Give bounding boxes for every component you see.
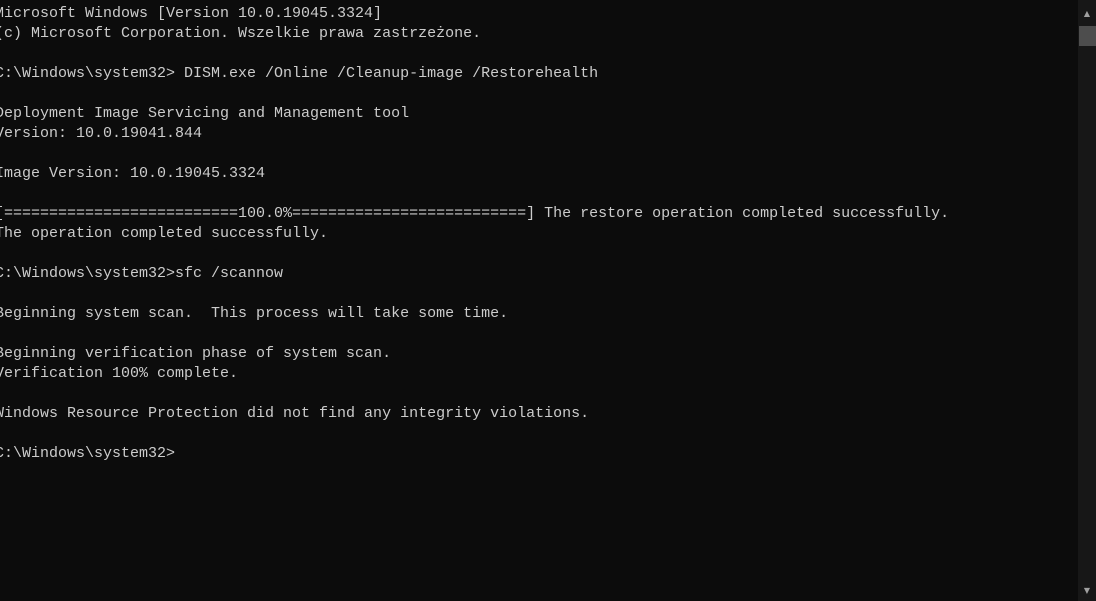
console-line: [==========================100.0%=======… — [0, 205, 950, 222]
console-line: Image Version: 10.0.19045.3324 — [0, 165, 266, 182]
scrollbar-thumb[interactable] — [1079, 26, 1096, 46]
console-line: Beginning verification phase of system s… — [0, 345, 392, 362]
console-line: Verification 100% complete. — [0, 365, 239, 382]
console-output: Microsoft Windows [Version 10.0.19045.33… — [0, 4, 949, 464]
console-line: Microsoft Windows [Version 10.0.19045.33… — [0, 5, 383, 22]
console-line: C:\Windows\system32>sfc /scannow — [0, 265, 284, 282]
vertical-scrollbar[interactable]: ▲ ▼ — [1078, 0, 1096, 601]
console-line: The operation completed successfully. — [0, 225, 329, 242]
console-prompt-line[interactable]: C:\Windows\system32> — [0, 444, 949, 464]
triangle-up-icon[interactable]: ▲ — [1078, 5, 1096, 22]
console-line: Beginning system scan. This process will… — [0, 305, 509, 322]
console-window[interactable]: Microsoft Windows [Version 10.0.19045.33… — [0, 0, 1078, 601]
console-line: Version: 10.0.19041.844 — [0, 125, 203, 142]
console-line: Deployment Image Servicing and Managemen… — [0, 105, 410, 122]
console-line: C:\Windows\system32> DISM.exe /Online /C… — [0, 65, 599, 82]
triangle-down-icon[interactable]: ▼ — [1078, 582, 1096, 599]
console-line: Windows Resource Protection did not find… — [0, 405, 590, 422]
console-line: (c) Microsoft Corporation. Wszelkie praw… — [0, 25, 482, 42]
